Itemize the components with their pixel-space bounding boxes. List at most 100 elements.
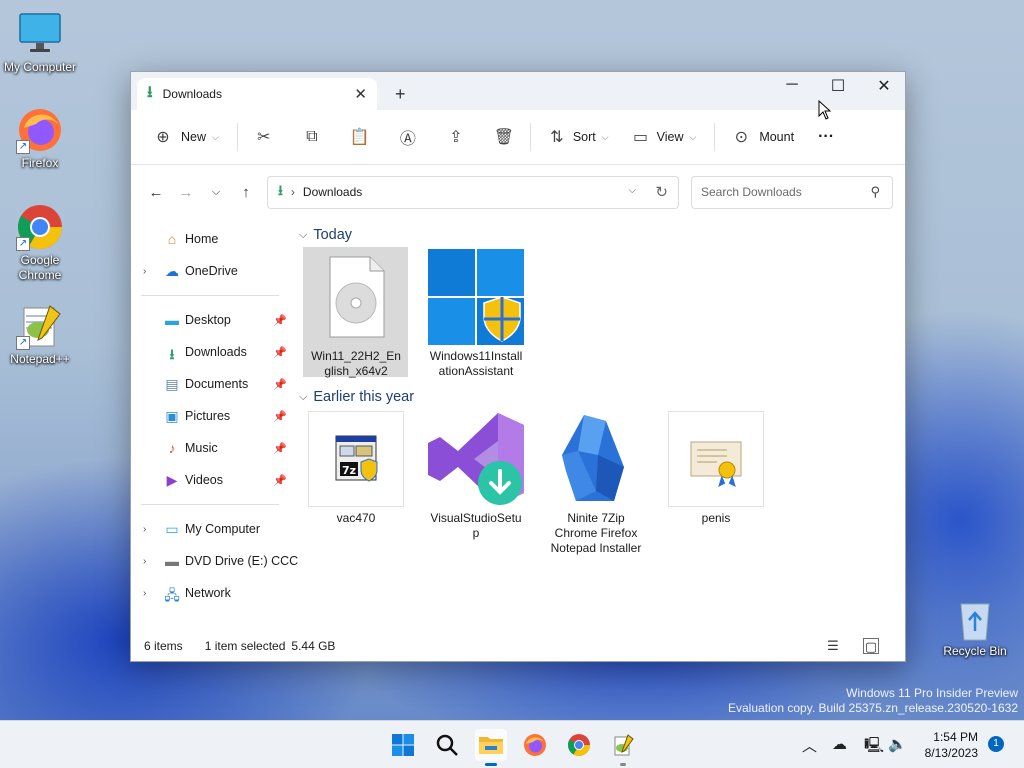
forward-button[interactable]: → <box>171 184 201 201</box>
delete-icon[interactable]: 🗑 <box>490 123 518 151</box>
taskbar-app-file-explorer[interactable] <box>475 729 507 766</box>
close-tab-icon[interactable]: ✕ <box>354 85 367 103</box>
active-indicator <box>485 763 497 766</box>
item-count: 6 items <box>144 639 183 653</box>
sidebar-item-label: Desktop <box>185 313 231 327</box>
notification-badge[interactable]: 1 <box>988 736 1004 752</box>
start-button[interactable] <box>387 729 419 761</box>
group-header-earlier[interactable]: ⌵ Earlier this year <box>299 389 414 405</box>
file-explorer-window[interactable]: ⭳ Downloads ✕ + ─ ☐ ✕ ⊕ New ⌵ ✂ ⧉ 📋 Ⓐ ⇪ … <box>130 71 906 662</box>
mouse-cursor-icon <box>818 100 832 120</box>
new-tab-button[interactable]: + <box>395 84 406 105</box>
sort-button[interactable]: ⇅ Sort ⌵ <box>543 123 608 151</box>
copy-icon[interactable]: ⧉ <box>298 123 326 151</box>
svg-text:7z: 7z <box>342 464 356 477</box>
desktop-icon-chrome[interactable]: ↗ Google Chrome <box>0 203 80 283</box>
sidebar-item-label: Documents <box>185 377 249 391</box>
tiles-view-icon[interactable]: ▢ <box>863 638 879 654</box>
close-window-button[interactable]: ✕ <box>861 76 907 96</box>
sidebar-item-desktop[interactable]: ▬ Desktop 📌 <box>131 304 291 336</box>
chevron-right-icon[interactable]: › <box>143 266 146 277</box>
sidebar-item-pictures[interactable]: ▣ Pictures 📌 <box>131 400 291 432</box>
chevron-right-icon[interactable]: › <box>143 556 146 567</box>
breadcrumb-separator-icon: › <box>290 185 295 199</box>
sidebar-item-my-computer[interactable]: › ▭ My Computer <box>131 513 291 545</box>
pin-icon[interactable]: 📌 <box>273 474 287 487</box>
desktop-icon-my-computer[interactable]: My Computer <box>0 10 80 75</box>
details-view-icon[interactable]: ☰ <box>825 638 841 654</box>
toolbar-divider <box>529 123 531 151</box>
sidebar-item-music[interactable]: ♪ Music 📌 <box>131 432 291 464</box>
clock[interactable]: 1:54 PM 8/13/2023 <box>925 729 978 761</box>
clock-time: 1:54 PM <box>933 730 978 744</box>
sidebar-item-videos[interactable]: ▶ Videos 📌 <box>131 464 291 496</box>
pin-icon[interactable]: 📌 <box>273 378 287 391</box>
search-box[interactable]: Search Downloads ⚲ <box>691 175 893 209</box>
view-icon: ▭ <box>633 129 649 146</box>
tab-downloads[interactable]: ⭳ Downloads ✕ <box>137 78 377 110</box>
breadcrumb-downloads[interactable]: Downloads <box>303 185 362 199</box>
recent-locations-button[interactable]: ⌵ <box>201 186 231 199</box>
desktop-icon: ▬ <box>165 312 179 328</box>
desktop-icon-label: Google Chrome <box>18 253 62 282</box>
sidebar-item-home[interactable]: ⌂ Home <box>131 223 291 255</box>
nav-divider <box>141 295 279 296</box>
paste-icon[interactable]: 📋 <box>346 123 374 151</box>
file-item-win11-iso[interactable]: Win11_22H2_English_x64v2 <box>303 247 408 379</box>
search-button[interactable] <box>431 729 463 761</box>
recycle-bin-icon <box>955 598 995 642</box>
title-bar[interactable]: ⭳ Downloads ✕ + ─ ☐ ✕ <box>131 72 905 110</box>
pin-icon[interactable]: 📌 <box>273 314 287 327</box>
desktop-icon-firefox[interactable]: ↗ Firefox <box>0 106 80 171</box>
pin-icon[interactable]: 📌 <box>273 346 287 359</box>
file-item-ninite[interactable]: Ninite 7Zip Chrome Firefox Notepad Insta… <box>544 411 648 556</box>
visual-studio-installer-icon <box>428 411 524 507</box>
mount-button[interactable]: ⊙ Mount <box>727 123 794 151</box>
taskbar-app-firefox[interactable] <box>519 729 551 761</box>
volume-icon[interactable]: 🔈 <box>888 735 907 753</box>
taskbar-app-chrome[interactable] <box>563 729 595 761</box>
desktop-icon-label: My Computer <box>3 60 77 74</box>
sidebar-item-onedrive[interactable]: › ☁ OneDrive <box>131 255 291 287</box>
desktop-icon-recycle-bin[interactable]: Recycle Bin <box>935 598 1015 659</box>
address-history-chevron-icon[interactable]: ⌵ <box>628 185 636 196</box>
network-status-icon[interactable]: 🖳 <box>864 735 884 760</box>
back-button[interactable]: ← <box>141 184 171 201</box>
up-button[interactable]: ↑ <box>231 184 261 201</box>
sidebar-item-dvd-drive[interactable]: › ▬ DVD Drive (E:) CCC <box>131 545 298 577</box>
desktop-icon-label: Notepad++ <box>10 352 70 366</box>
sidebar-item-label: DVD Drive (E:) CCC <box>185 554 299 568</box>
chevron-right-icon[interactable]: › <box>143 524 146 535</box>
minimize-button[interactable]: ─ <box>769 76 815 94</box>
desktop-icon-notepadpp[interactable]: ↗ Notepad++ <box>0 302 80 367</box>
rename-icon[interactable]: Ⓐ <box>394 123 422 151</box>
more-icon: ··· <box>818 128 835 145</box>
cut-icon[interactable]: ✂ <box>250 123 278 151</box>
sidebar-item-downloads[interactable]: ⭳ Downloads 📌 <box>131 336 291 368</box>
address-bar[interactable]: ⭳ › Downloads ⌵ ↻ <box>267 175 679 209</box>
file-item-vac470[interactable]: 7z vac470 <box>304 411 408 526</box>
sidebar-item-label: Home <box>185 232 219 246</box>
sidebar-item-network[interactable]: › 🖧 Network <box>131 577 291 609</box>
file-item-installation-assistant[interactable]: Windows11InstallationAssistant <box>424 249 528 379</box>
chevron-right-icon[interactable]: › <box>143 588 146 599</box>
new-button[interactable]: ⊕ New ⌵ <box>149 123 219 151</box>
windows-logo-icon <box>392 734 414 756</box>
onedrive-offline-icon[interactable]: ☁ <box>832 735 847 753</box>
refresh-icon[interactable]: ↻ <box>655 183 668 201</box>
sidebar-item-documents[interactable]: ▤ Documents 📌 <box>131 368 291 400</box>
share-icon[interactable]: ⇪ <box>442 123 470 151</box>
pin-icon[interactable]: 📌 <box>273 410 287 423</box>
dvd-drive-icon: ▬ <box>165 553 179 569</box>
view-button[interactable]: ▭ View ⌵ <box>627 123 696 151</box>
maximize-button[interactable]: ☐ <box>815 76 861 96</box>
tab-label: Downloads <box>162 87 222 101</box>
more-options-button[interactable]: ··· <box>818 128 834 146</box>
file-item-visualstudiosetup[interactable]: VisualStudioSetup <box>424 411 528 541</box>
show-hidden-icons-chevron-icon[interactable]: ︿ <box>802 735 817 756</box>
download-icon: ⭳ <box>147 83 153 101</box>
pin-icon[interactable]: 📌 <box>273 442 287 455</box>
group-header-today[interactable]: ⌵ Today <box>299 227 352 243</box>
taskbar-app-notepadpp[interactable] <box>607 729 639 766</box>
file-item-penis[interactable]: penis <box>664 411 768 526</box>
